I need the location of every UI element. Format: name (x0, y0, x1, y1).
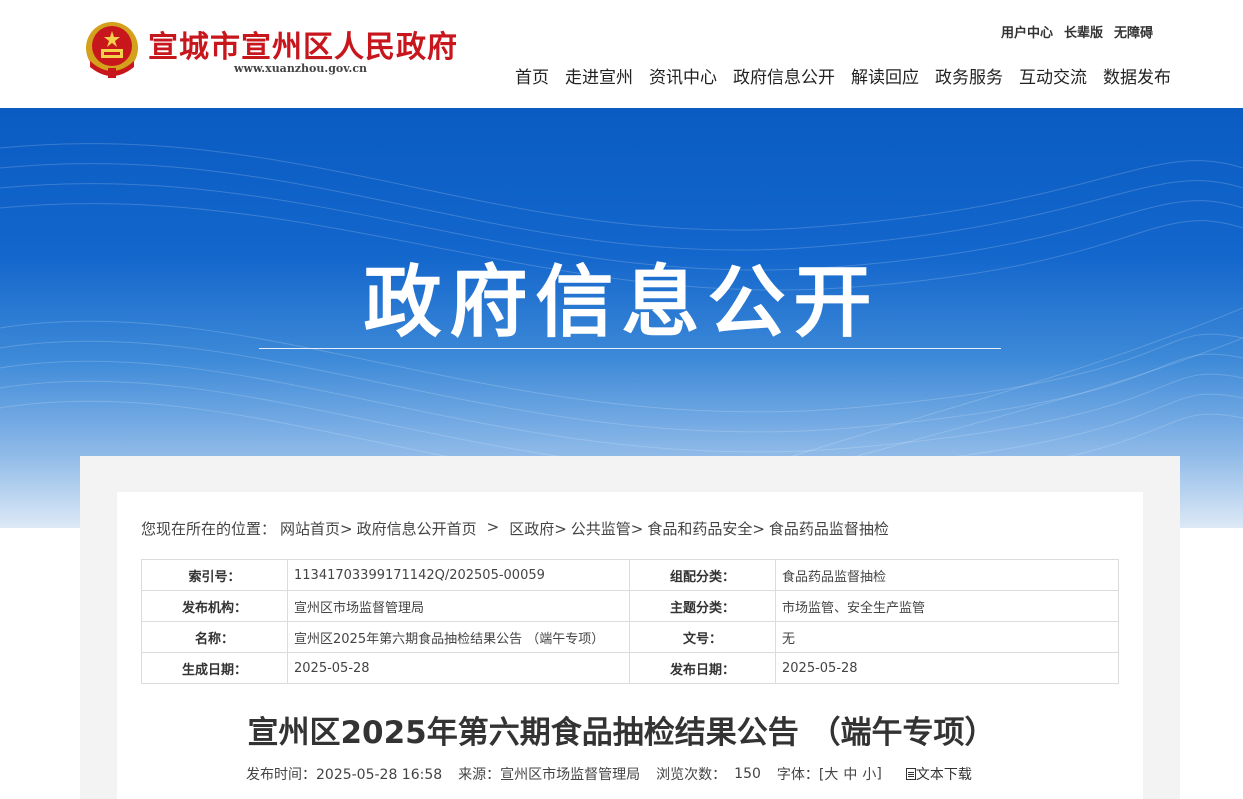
index-number-label: 索引号： (141, 559, 288, 591)
nav-item-home[interactable]: 首页 (515, 63, 549, 88)
article-info-bar: 发布时间：2025-05-28 16:58 来源：宣州区市场监督管理局 浏览次数… (246, 764, 972, 784)
table-row: 名称： 宣州区2025年第六期食品抽检结果公告 （端午专项） 文号： 无 (141, 621, 1119, 653)
breadcrumb-public-regulation[interactable]: 公共监管> (571, 518, 644, 539)
article-source: 来源：宣州区市场监督管理局 (458, 767, 641, 783)
nav-item-about[interactable]: 走进宣州 (565, 63, 633, 88)
publisher-label: 发布机构： (141, 590, 288, 622)
topic-value: 市场监管、安全生产监管 (775, 590, 1119, 622)
font-size-large-button[interactable]: 大 (824, 764, 838, 784)
views-label: 浏览次数： (656, 767, 727, 783)
name-label: 名称： (141, 621, 288, 653)
banner-divider (259, 348, 1001, 349)
text-download-link[interactable]: 文本下载 (905, 764, 972, 784)
article-title: 宣州区2025年第六期食品抽检结果公告 （端午专项） (247, 715, 996, 751)
main-nav: 首页 走进宣州 资讯中心 政府信息公开 解读回应 政务服务 互动交流 数据发布 (515, 63, 1171, 88)
category-label: 组配分类： (629, 559, 776, 591)
breadcrumb-district-gov[interactable]: 区政府> (509, 518, 567, 539)
user-center-link[interactable]: 用户中心 (1001, 22, 1053, 41)
site-name[interactable]: 宣城市宣州区人民政府 (148, 22, 458, 66)
publish-date-label: 发布日期： (629, 652, 776, 684)
top-links: 用户中心 长辈版 无障碍 (1001, 22, 1153, 41)
breadcrumb-food-drug-safety[interactable]: 食品和药品安全> (647, 518, 765, 539)
document-metadata-table: 索引号： 11341703399171142Q/202505-00059 组配分… (141, 559, 1119, 684)
name-value: 宣州区2025年第六期食品抽检结果公告 （端午专项） (287, 621, 630, 653)
breadcrumb-home[interactable]: 网站首页> (280, 518, 353, 539)
site-url: www.xuanzhou.gov.cn (234, 62, 368, 75)
category-value: 食品药品监督抽检 (775, 559, 1119, 591)
topic-label: 主题分类： (629, 590, 776, 622)
breadcrumb-prefix: 您现在所在的位置： (141, 520, 277, 538)
banner-title: 政府信息公开 (363, 258, 880, 348)
national-emblem-icon[interactable] (84, 21, 140, 79)
breadcrumb-separator: > (486, 518, 500, 536)
font-size-label: 字体：[ (776, 767, 825, 783)
font-size-bracket: ] (876, 766, 882, 782)
nav-item-data[interactable]: 数据发布 (1103, 63, 1171, 88)
doc-number-value: 无 (775, 621, 1119, 653)
nav-item-news[interactable]: 资讯中心 (649, 63, 717, 88)
publish-date-value: 2025-05-28 (775, 652, 1119, 684)
font-size-medium-button[interactable]: 中 (843, 764, 857, 784)
document-icon (905, 768, 916, 780)
publish-time: 发布时间：2025-05-28 16:58 (246, 767, 443, 783)
table-row: 索引号： 11341703399171142Q/202505-00059 组配分… (141, 559, 1119, 591)
accessibility-link[interactable]: 无障碍 (1114, 22, 1153, 41)
breadcrumb-gov-info-home[interactable]: 政府信息公开首页 (357, 518, 477, 539)
breadcrumb: 您现在所在的位置： 网站首页> 政府信息公开首页 > 区政府> 公共监管> 食品… (141, 518, 889, 539)
breadcrumb-food-drug-inspection[interactable]: 食品药品监督抽检 (769, 518, 889, 539)
nav-item-interpretation[interactable]: 解读回应 (851, 63, 919, 88)
created-date-value: 2025-05-28 (287, 652, 630, 684)
table-row: 生成日期： 2025-05-28 发布日期： 2025-05-28 (141, 652, 1119, 684)
doc-number-label: 文号： (629, 621, 776, 653)
index-number-value: 11341703399171142Q/202505-00059 (287, 559, 630, 591)
created-date-label: 生成日期： (141, 652, 288, 684)
views-count: 150 (734, 766, 761, 782)
publisher-value: 宣州区市场监督管理局 (287, 590, 630, 622)
nav-item-services[interactable]: 政务服务 (935, 63, 1003, 88)
font-size-small-button[interactable]: 小 (862, 764, 876, 784)
site-header: 宣城市宣州区人民政府 www.xuanzhou.gov.cn 用户中心 长辈版 … (0, 0, 1243, 108)
nav-item-gov-info[interactable]: 政府信息公开 (733, 63, 835, 88)
nav-item-interaction[interactable]: 互动交流 (1019, 63, 1087, 88)
table-row: 发布机构： 宣州区市场监督管理局 主题分类： 市场监管、安全生产监管 (141, 590, 1119, 622)
elder-version-link[interactable]: 长辈版 (1064, 22, 1103, 41)
text-download-label: 文本下载 (915, 767, 972, 783)
